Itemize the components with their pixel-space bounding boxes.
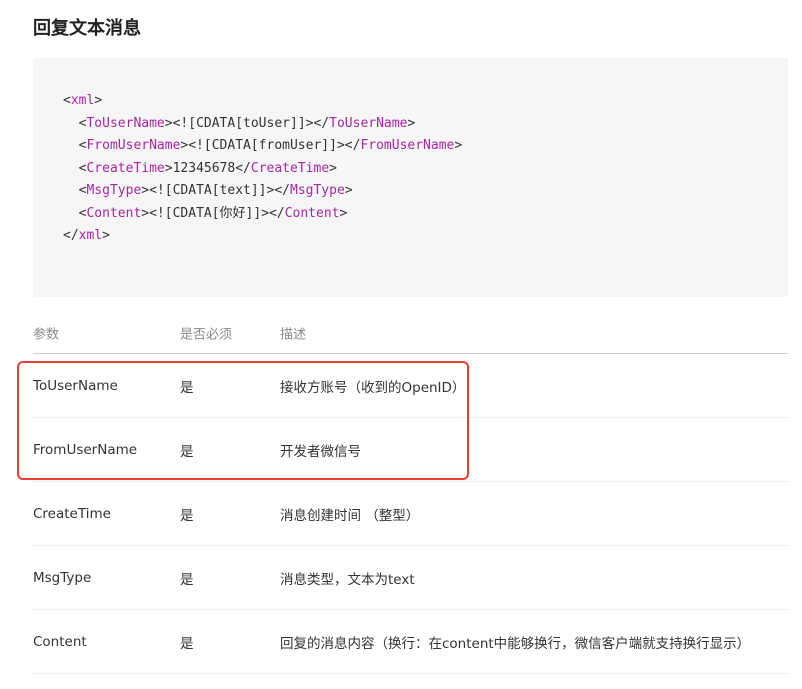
row-required: 是: [180, 379, 194, 396]
row-param: ToUserName: [33, 377, 118, 394]
table-header: 参数 是否必须 描述: [33, 314, 788, 354]
code-line: <Content><![CDATA[你好]]></Content>: [78, 205, 348, 221]
page-title: 回复文本消息: [33, 18, 141, 39]
code-line: </xml>: [63, 228, 110, 243]
table-row: ToUserName 是 接收方账号（收到的OpenID）: [33, 354, 788, 418]
code-line: <xml>: [63, 93, 103, 108]
row-required: 是: [180, 443, 194, 460]
row-param: CreateTime: [33, 505, 111, 522]
header-desc: 描述: [280, 327, 307, 343]
header-required: 是否必须: [180, 327, 233, 343]
row-desc: 回复的消息内容（换行：在content中能够换行，微信客户端就支持换行显示）: [280, 635, 751, 652]
row-required: 是: [180, 571, 194, 588]
row-required: 是: [180, 507, 194, 524]
row-desc: 开发者微信号: [280, 443, 361, 460]
table-row: FromUserName 是 开发者微信号: [33, 418, 788, 482]
row-required: 是: [180, 635, 194, 652]
params-table: 参数 是否必须 描述 ToUserName 是 接收方账号（收到的OpenID）…: [33, 314, 788, 674]
row-param: MsgType: [33, 569, 92, 586]
header-param: 参数: [33, 327, 60, 343]
code-line: <FromUserName><![CDATA[fromUser]]></From…: [78, 138, 463, 153]
table-row: CreateTime 是 消息创建时间 （整型）: [33, 482, 788, 546]
row-desc: 接收方账号（收到的OpenID）: [280, 379, 466, 396]
code-content: <xml> <ToUserName><![CDATA[toUser]]></To…: [63, 90, 462, 248]
code-line: <CreateTime>12345678</CreateTime>: [78, 160, 337, 176]
code-block: <xml> <ToUserName><![CDATA[toUser]]></To…: [33, 58, 788, 297]
row-desc: 消息类型，文本为text: [280, 571, 415, 588]
row-param: FromUserName: [33, 441, 138, 458]
table-row: Content 是 回复的消息内容（换行：在content中能够换行，微信客户端…: [33, 610, 788, 674]
code-line: <MsgType><![CDATA[text]]></MsgType>: [78, 183, 353, 198]
row-desc: 消息创建时间 （整型）: [280, 507, 420, 524]
row-param: Content: [33, 633, 87, 650]
table-row: MsgType 是 消息类型，文本为text: [33, 546, 788, 610]
code-line: <ToUserName><![CDATA[toUser]]></ToUserNa…: [78, 115, 416, 131]
